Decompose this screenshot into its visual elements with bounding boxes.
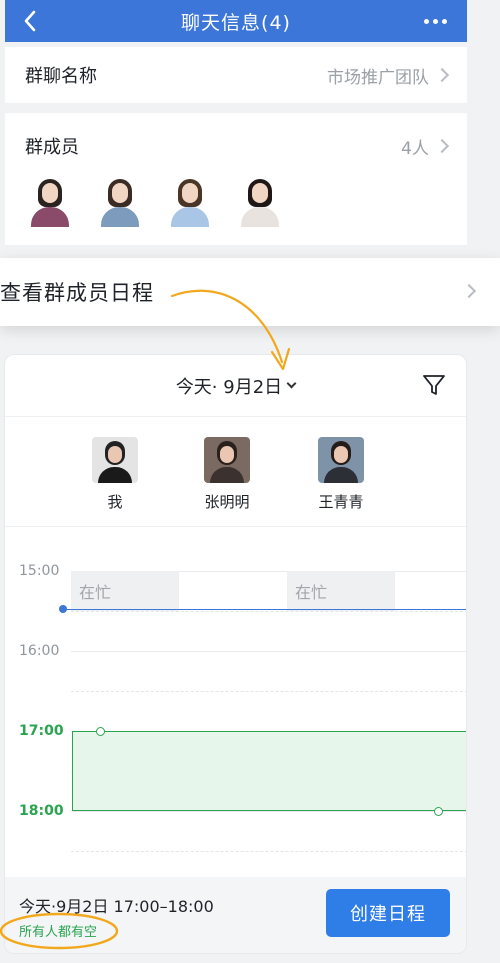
member-avatar-list <box>25 177 447 227</box>
half-hour-divider <box>71 611 466 612</box>
member-count: 4人 <box>401 138 429 159</box>
chevron-right-icon <box>434 138 450 154</box>
schedule-people: 我 张明明 王青青 <box>5 417 466 527</box>
member-avatar[interactable] <box>25 177 75 227</box>
top-nav-bar: 聊天信息(4) <box>5 0 467 42</box>
member-avatar[interactable] <box>95 177 145 227</box>
group-members-row[interactable]: 群成员 4人 <box>5 113 467 245</box>
half-hour-divider <box>71 851 466 852</box>
view-member-schedule-row[interactable]: 查看群成员日程 <box>0 258 500 326</box>
schedule-card: 今天· 9月2日 我 张明明 王青青 15:00 16:00 17:00 18:… <box>4 354 467 954</box>
date-label: 今天· 9月2日 <box>175 376 283 398</box>
person-me[interactable]: 我 <box>75 437 155 512</box>
busy-label: 在忙 <box>79 583 112 602</box>
time-label: 15:00 <box>19 563 60 579</box>
busy-block-wangqingqing[interactable]: 在忙 <box>287 571 395 611</box>
member-avatar[interactable] <box>235 177 285 227</box>
avatar <box>318 437 364 483</box>
create-schedule-button[interactable]: 创建日程 <box>326 889 450 937</box>
time-label: 17:00 <box>19 723 64 739</box>
person-name: 我 <box>107 493 123 511</box>
person-name: 王青青 <box>318 493 364 511</box>
schedule-footer: 今天·9月2日 17:00–18:00 所有人都有空 创建日程 <box>5 877 466 953</box>
selected-range-text: 今天·9月2日 17:00–18:00 <box>19 897 214 916</box>
schedule-timeline: 15:00 16:00 17:00 18:00 在忙 在忙 <box>5 527 466 877</box>
hour-divider <box>71 811 466 812</box>
selected-time-slot[interactable] <box>72 731 466 811</box>
group-members-label: 群成员 <box>25 137 79 158</box>
time-label: 18:00 <box>19 803 64 819</box>
more-icon[interactable] <box>424 0 447 42</box>
person-wangqingqing[interactable]: 王青青 <box>301 437 381 512</box>
avatar <box>92 437 138 483</box>
time-label: 16:00 <box>19 643 60 659</box>
back-icon[interactable] <box>15 0 45 42</box>
half-hour-divider <box>71 691 466 692</box>
person-zhangmingming[interactable]: 张明明 <box>187 437 267 512</box>
hour-divider <box>71 651 466 652</box>
filter-icon[interactable] <box>422 373 446 401</box>
current-time-line <box>63 609 466 610</box>
chevron-right-icon <box>461 283 477 299</box>
busy-label: 在忙 <box>295 583 328 602</box>
view-member-schedule-label: 查看群成员日程 <box>0 281 154 305</box>
group-name-row[interactable]: 群聊名称 市场推广团队 <box>5 47 467 103</box>
group-name-label: 群聊名称 <box>25 66 97 87</box>
group-name-value: 市场推广团队 <box>327 67 429 88</box>
schedule-header: 今天· 9月2日 <box>5 355 466 417</box>
slot-start-handle[interactable] <box>96 727 105 736</box>
person-name: 张明明 <box>204 493 250 511</box>
page-title: 聊天信息(4) <box>181 11 291 34</box>
chevron-right-icon <box>434 67 450 83</box>
slot-end-handle[interactable] <box>434 807 443 816</box>
date-selector[interactable]: 今天· 9月2日 <box>175 373 297 399</box>
member-avatar[interactable] <box>165 177 215 227</box>
caret-down-icon <box>286 378 297 389</box>
busy-block-me[interactable]: 在忙 <box>71 571 179 611</box>
current-time-dot <box>59 605 67 613</box>
avatar <box>204 437 250 483</box>
availability-status: 所有人都有空 <box>19 925 98 940</box>
